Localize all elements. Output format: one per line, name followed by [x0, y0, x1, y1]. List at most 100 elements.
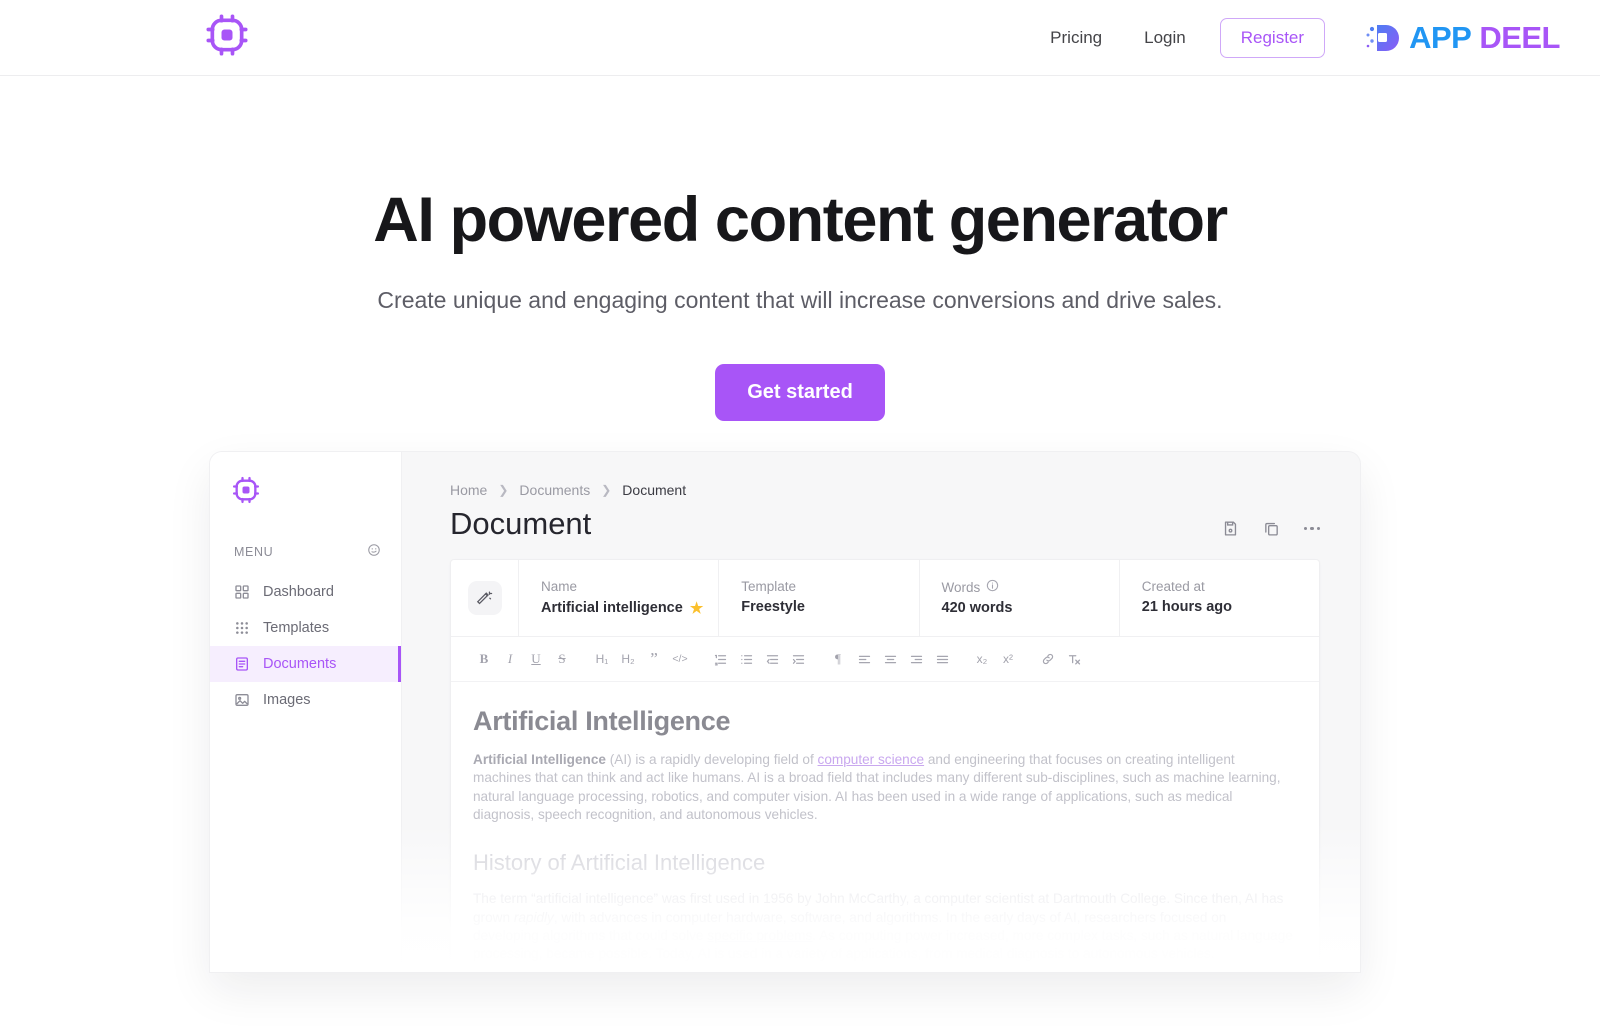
breadcrumb-item-home[interactable]: Home — [450, 482, 487, 498]
sidebar-items: Dashboard Templates Documents Images — [210, 574, 401, 718]
copy-icon[interactable] — [1263, 520, 1280, 537]
breadcrumb-item-documents[interactable]: Documents — [519, 482, 590, 498]
chevron-right-icon: ❯ — [601, 483, 612, 497]
cpu-chip-icon — [232, 476, 260, 508]
hero-section: AI powered content generator Create uniq… — [0, 76, 1600, 422]
align-right-icon[interactable] — [905, 648, 927, 670]
nav-link-pricing[interactable]: Pricing — [1042, 22, 1110, 54]
sidebar-item-documents[interactable]: Documents — [210, 646, 401, 682]
appdeel-word-deel: DEEL — [1479, 19, 1560, 55]
document-meta-row: Name Artificial intelligence ★ Template … — [451, 560, 1319, 637]
outdent-icon[interactable] — [761, 648, 783, 670]
app-main: Home ❯ Documents ❯ Document Document Nam… — [402, 452, 1360, 972]
editor-toolbar: B I U S H₁ H₂ ” </> ¶ x₂ x² — [451, 637, 1319, 682]
sidebar-item-templates[interactable]: Templates — [210, 610, 401, 646]
strikethrough-icon[interactable]: S — [551, 648, 573, 670]
meta-cell-name: Name Artificial intelligence ★ — [519, 560, 720, 636]
meta-value-created: 21 hours ago — [1141, 599, 1232, 615]
code-block-icon[interactable]: </> — [669, 648, 691, 670]
hero-subtitle: Create unique and engaging content that … — [377, 287, 1223, 314]
computer-science-link[interactable]: computer science — [818, 752, 925, 767]
document-title: Document — [450, 506, 592, 541]
meta-value-name: Artificial intelligence ★ — [541, 599, 718, 617]
meta-label-words: Words — [942, 579, 1119, 595]
save-floppy-icon[interactable] — [1222, 520, 1239, 537]
face-icon[interactable] — [367, 543, 381, 560]
site-header: Pricing Login Register APP DEEL — [0, 0, 1600, 76]
superscript-icon[interactable]: x² — [997, 648, 1019, 670]
document-paragraph-1: Artificial Intelligence (AI) is a rapidl… — [473, 751, 1293, 824]
blockquote-icon[interactable]: ” — [643, 648, 665, 670]
meta-label-name: Name — [541, 579, 578, 594]
meta-cell-words: Words 420 words — [920, 560, 1120, 636]
star-icon[interactable]: ★ — [690, 599, 703, 617]
sidebar-item-dashboard[interactable]: Dashboard — [210, 574, 401, 610]
brand-logo[interactable] — [205, 13, 249, 62]
cpu-chip-icon — [205, 13, 249, 62]
underline-icon[interactable]: U — [525, 648, 547, 670]
sidebar-logo[interactable] — [210, 468, 401, 509]
info-icon[interactable] — [986, 579, 999, 595]
meta-cell-icon — [451, 560, 519, 636]
meta-label-words-text: Words — [941, 579, 981, 595]
document-heading-2: History of Artificial Intelligence — [473, 850, 766, 876]
get-started-button[interactable]: Get started — [715, 364, 885, 422]
header-nav: Pricing Login Register APP DEEL — [1042, 17, 1560, 58]
appdeel-mark-icon — [1365, 22, 1401, 54]
paragraph-1-text-a: (AI) is a rapidly developing field of — [605, 752, 818, 767]
sidebar-item-label: Templates — [263, 620, 330, 636]
paragraph-1-bold: Artificial Intelligence — [473, 752, 606, 767]
document-paragraph-2: The term “artificial intelligence” was f… — [473, 890, 1293, 963]
editor-card: Name Artificial intelligence ★ Template … — [450, 559, 1320, 965]
page-title: AI powered content generator — [373, 185, 1228, 255]
bullet-list-icon[interactable] — [735, 648, 757, 670]
nav-link-login[interactable]: Login — [1136, 22, 1194, 54]
app-preview: MENU Dashboard Templates Documents Image… — [210, 452, 1360, 972]
document-actions — [1222, 506, 1320, 537]
meta-cell-template: Template Freestyle — [719, 560, 920, 636]
app-sidebar: MENU Dashboard Templates Documents Image… — [210, 452, 402, 972]
meta-value-template: Freestyle — [741, 599, 805, 615]
appdeel-word-app: APP — [1409, 19, 1472, 55]
sidebar-item-label: Images — [263, 692, 311, 708]
italic-icon[interactable]: I — [499, 648, 521, 670]
image-icon — [234, 692, 250, 708]
document-header: Document — [450, 506, 1320, 542]
sidebar-item-label: Dashboard — [263, 584, 334, 600]
meta-value-words: 420 words — [941, 600, 1013, 616]
sidebar-menu-header: MENU — [210, 509, 401, 560]
bold-icon[interactable]: B — [473, 648, 495, 670]
meta-label-template: Template — [741, 579, 797, 594]
sidebar-item-images[interactable]: Images — [210, 682, 401, 718]
align-left-icon[interactable] — [853, 648, 875, 670]
heading-1-icon[interactable]: H₁ — [591, 648, 613, 670]
specific-problems-link[interactable]: specific problems — [707, 928, 812, 943]
meta-cell-created: Created at 21 hours ago — [1120, 560, 1319, 636]
register-button[interactable]: Register — [1219, 17, 1326, 58]
meta-label-created: Created at — [1141, 579, 1205, 594]
grid-2x2-icon — [234, 584, 250, 600]
appdeel-wordmark: APP DEEL — [1409, 20, 1560, 56]
breadcrumb-item-document: Document — [622, 482, 687, 498]
sidebar-menu-label: MENU — [234, 544, 274, 559]
grid-3x3-dots-icon — [234, 620, 250, 636]
clear-formatting-icon[interactable] — [1063, 648, 1085, 670]
appdeel-logo[interactable]: APP DEEL — [1365, 20, 1560, 56]
link-icon[interactable] — [1037, 648, 1059, 670]
text-direction-icon[interactable]: ¶ — [827, 648, 849, 670]
document-list-icon — [234, 656, 250, 672]
more-horizontal-icon[interactable] — [1303, 523, 1320, 534]
heading-2-icon[interactable]: H₂ — [617, 648, 639, 670]
chevron-right-icon: ❯ — [498, 483, 509, 497]
align-justify-icon[interactable] — [931, 648, 953, 670]
indent-icon[interactable] — [787, 648, 809, 670]
document-body[interactable]: Artificial Intelligence Artificial Intel… — [451, 682, 1319, 964]
ordered-list-icon[interactable] — [709, 648, 731, 670]
sidebar-item-label: Documents — [263, 656, 337, 672]
align-center-icon[interactable] — [879, 648, 901, 670]
magic-wand-icon — [467, 581, 502, 615]
subscript-icon[interactable]: x₂ — [971, 648, 993, 670]
breadcrumb: Home ❯ Documents ❯ Document — [450, 482, 1320, 498]
paragraph-2-italic: rapidly — [513, 909, 554, 925]
document-heading-1: Artificial Intelligence — [473, 706, 731, 736]
